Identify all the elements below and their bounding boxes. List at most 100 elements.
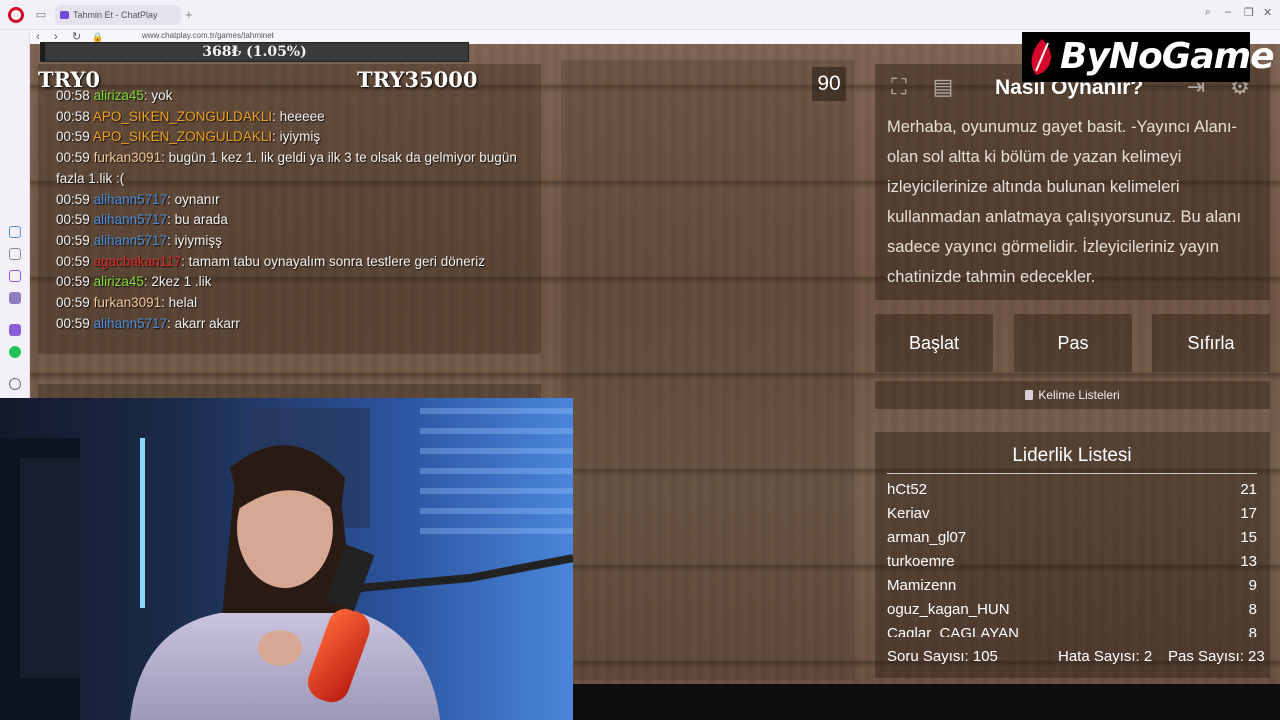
- leaderboard-row: turkoemre 13: [887, 552, 1257, 576]
- leaderboard-score: 21: [1240, 481, 1257, 498]
- chat-messages: 00:58 aliriza45: yok 00:58 APO_SIKEN_ZONG…: [56, 86, 536, 334]
- chat-message: 00:59 furkan3091: helal: [56, 293, 536, 314]
- chat-timestamp: 00:58: [56, 88, 90, 103]
- opera-logo-icon[interactable]: [8, 7, 24, 23]
- chatplay-favicon-icon: [60, 11, 69, 19]
- chat-message: 00:58 aliriza45: yok: [56, 86, 536, 107]
- chat-timestamp: 00:59: [56, 295, 90, 311]
- word-panel: [561, 60, 854, 680]
- chat-username[interactable]: alihann5717: [94, 192, 168, 207]
- leaderboard-row: arman_gl07 15: [887, 528, 1257, 552]
- leaderboard-name: hCt52: [887, 481, 928, 498]
- search-icon[interactable]: ⌕: [1205, 6, 1211, 19]
- chat-text: : tamam tabu oynayalım sonra testlere ge…: [181, 253, 486, 269]
- chat-timestamp: 00:59: [56, 253, 90, 269]
- chat-timestamp: 00:59: [56, 315, 90, 331]
- chat-username[interactable]: aliriza45: [94, 88, 144, 103]
- player-icon[interactable]: [9, 270, 21, 282]
- leaderboard-list[interactable]: hCt52 21 Keriav 17 arman_gl07 15 turkoemre 13 Ma…: [887, 480, 1257, 637]
- chat-text: : iyiymişş: [167, 232, 222, 248]
- chat-message: 00:59 furkan3091: bugün 1 kez 1. lik gel…: [56, 148, 536, 189]
- webcam-image: [0, 398, 573, 720]
- close-icon[interactable]: ✕: [1263, 6, 1272, 19]
- chat-text: : yok: [143, 88, 173, 103]
- start-button[interactable]: Başlat: [875, 314, 993, 372]
- bynogame-logo-icon: [1031, 39, 1051, 75]
- chat-username[interactable]: agacbakan117: [94, 254, 182, 269]
- leaderboard-score: 9: [1248, 577, 1257, 594]
- browser-tab-bar: ▭ Tahmin Et - ChatPlay + ⌕ – ❐ ✕: [0, 0, 1280, 30]
- word-lists-button[interactable]: Kelime Listeleri: [875, 381, 1270, 409]
- tab-islands-icon[interactable]: ▭: [34, 8, 48, 22]
- leaderboard-row: hCt52 21: [887, 480, 1257, 504]
- webcam-feed: [0, 398, 573, 720]
- leaderboard-row: oguz_kagan_HUN 8: [887, 600, 1257, 624]
- chat-username[interactable]: alihann5717: [94, 233, 168, 248]
- new-tab-button[interactable]: +: [185, 7, 193, 22]
- chat-message: 00:59 agacbakan117: tamam tabu oynayalım…: [56, 252, 536, 273]
- opera-sidebar: [0, 30, 30, 400]
- browser-tab[interactable]: Tahmin Et - ChatPlay: [55, 5, 181, 25]
- chat-message: 00:59 alihann5717: iyiymişş: [56, 231, 536, 252]
- chat-timestamp: 00:59: [56, 150, 90, 166]
- chat-text: : helal: [161, 295, 198, 311]
- leaderboard-row: Keriav 17: [887, 504, 1257, 528]
- question-count: Soru Sayısı: 105: [887, 648, 998, 665]
- leaderboard-title: Liderlik Listesi: [887, 445, 1257, 474]
- leaderboard-name: turkoemre: [887, 553, 955, 570]
- chat-message: 00:59 APO_SIKEN_ZONGULDAKLI: iyiymiş: [56, 127, 536, 148]
- chat-username[interactable]: furkan3091: [94, 295, 162, 310]
- aria-icon[interactable]: [9, 226, 21, 238]
- chat-text: : 2kez 1 .lik: [143, 274, 212, 290]
- chat-username[interactable]: APO_SIKEN_ZONGULDAKLI: [93, 129, 272, 144]
- chat-text: : bu arada: [167, 212, 228, 228]
- donation-progress-bar: 368₺ (1.05%): [40, 42, 469, 62]
- chat-message: 00:59 alihann5717: oynanır: [56, 190, 536, 211]
- chat-message: 00:59 alihann5717: bu arada: [56, 210, 536, 231]
- progress-label: 368₺ (1.05%): [202, 44, 307, 60]
- whatsapp-icon[interactable]: [9, 346, 21, 358]
- reset-button[interactable]: Sıfırla: [1152, 314, 1270, 372]
- chat-username[interactable]: APO_SIKEN_ZONGULDAKLI: [93, 109, 272, 124]
- chat-text: : heeeee: [272, 108, 325, 124]
- word-lists-label: Kelime Listeleri: [1038, 388, 1120, 402]
- how-to-play-text: Merhaba, oyunumuz gayet basit. -Yayıncı …: [887, 118, 1242, 286]
- leaderboard-name: Keriav: [887, 505, 930, 522]
- timer: 90: [812, 67, 846, 101]
- bag-icon[interactable]: [9, 248, 21, 260]
- messenger-icon[interactable]: [9, 292, 21, 304]
- pass-button[interactable]: Pas: [1014, 314, 1132, 372]
- chat-timestamp: 00:58: [56, 108, 90, 124]
- leaderboard-score: 15: [1240, 529, 1257, 546]
- leaderboard-name: oguz_kagan_HUN: [887, 601, 1010, 618]
- leaderboard-row: Caglar_CAGLAYAN 8: [887, 624, 1257, 637]
- notes-icon[interactable]: ▤: [928, 72, 958, 102]
- maximize-icon[interactable]: ❐: [1244, 6, 1254, 19]
- fullscreen-icon[interactable]: ⛶: [884, 72, 914, 102]
- book-icon: [1025, 390, 1034, 400]
- chat-text: : akarr akarr: [167, 315, 240, 331]
- chat-username[interactable]: aliriza45: [94, 274, 144, 289]
- chat-message: 00:58 APO_SIKEN_ZONGULDAKLI: heeeee: [56, 107, 536, 128]
- leaderboard-row: Mamizenn 9: [887, 576, 1257, 600]
- twitch-icon[interactable]: [9, 324, 21, 336]
- leaderboard-score: 8: [1248, 601, 1257, 618]
- chat-message: 00:59 aliriza45: 2kez 1 .lik: [56, 272, 536, 293]
- bynogame-brand-text: ByNoGame: [1060, 36, 1275, 77]
- chat-username[interactable]: alihann5717: [94, 212, 168, 227]
- history-icon[interactable]: [9, 378, 21, 390]
- pass-count: Pas Sayısı: 23: [1168, 648, 1265, 665]
- chat-text: : iyiymiş: [272, 129, 321, 145]
- chat-username[interactable]: furkan3091: [94, 150, 162, 165]
- leaderboard-score: 8: [1248, 625, 1257, 637]
- chat-message: 00:59 alihann5717: akarr akarr: [56, 314, 536, 335]
- chat-text: : oynanır: [167, 191, 220, 207]
- minimize-icon[interactable]: –: [1225, 6, 1231, 18]
- chat-timestamp: 00:59: [56, 129, 90, 145]
- chat-timestamp: 00:59: [56, 232, 90, 248]
- leaderboard-name: Mamizenn: [887, 577, 957, 594]
- chat-username[interactable]: alihann5717: [94, 316, 168, 331]
- leaderboard-name: arman_gl07: [887, 529, 967, 546]
- url-field[interactable]: www.chatplay.com.tr/games/tahminet: [142, 31, 274, 40]
- tab-title: Tahmin Et - ChatPlay: [73, 10, 158, 20]
